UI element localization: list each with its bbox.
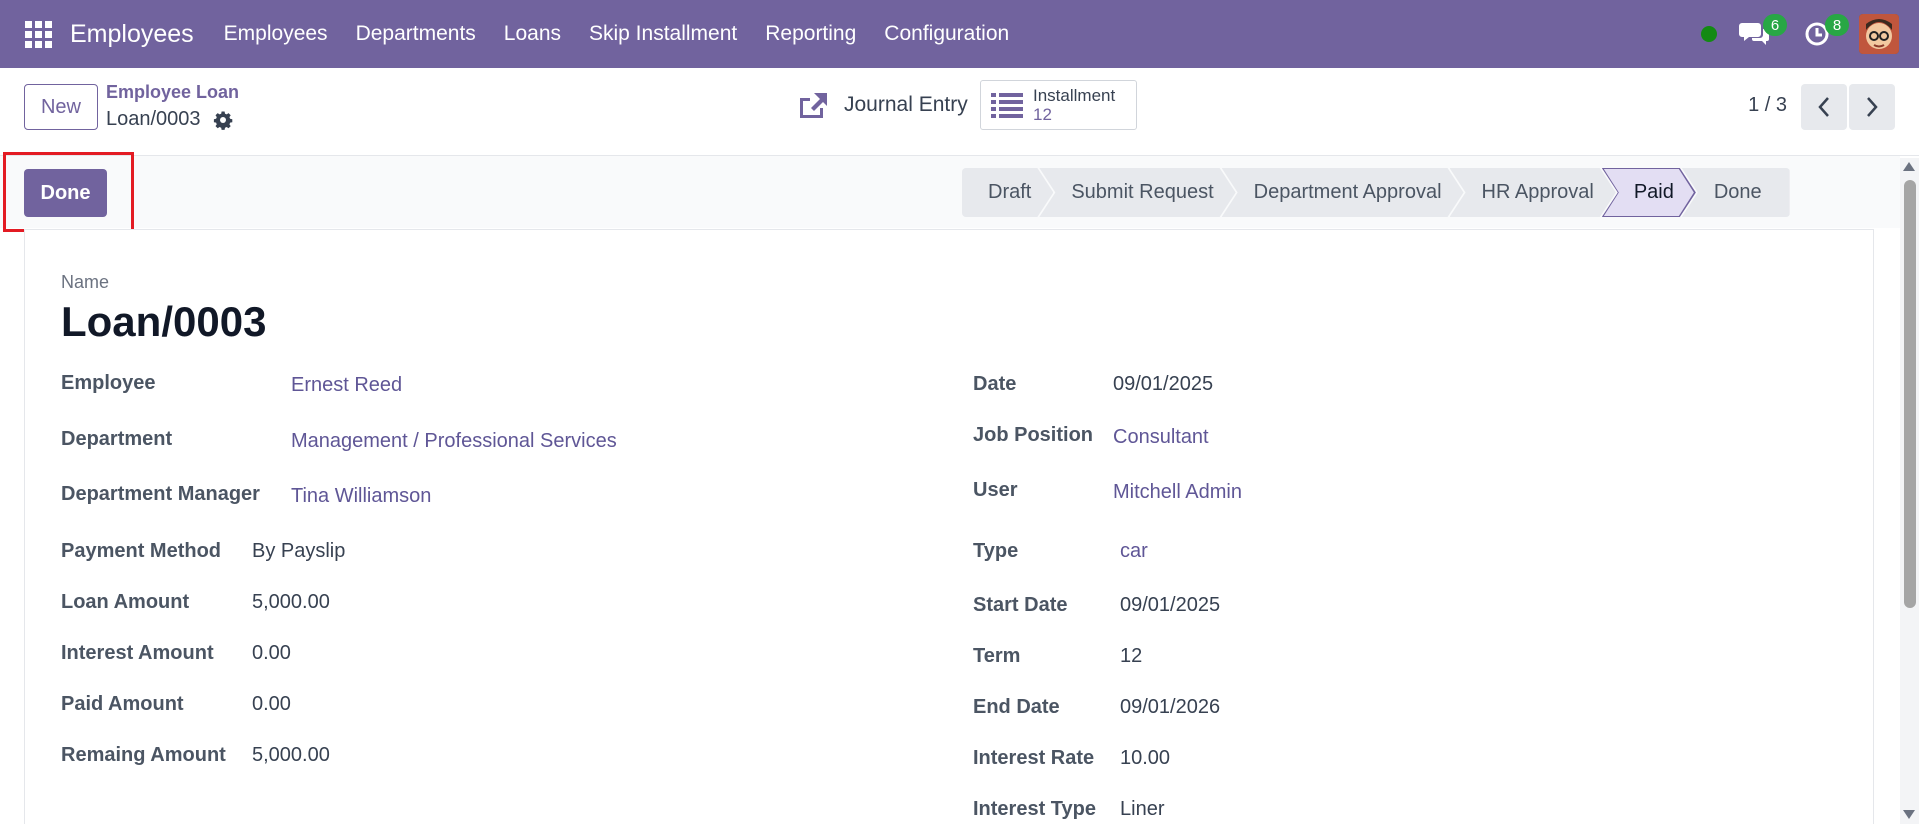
term-label: Term	[973, 645, 1021, 667]
scroll-up-arrow-icon[interactable]	[1903, 162, 1915, 171]
department-label: Department	[61, 428, 173, 450]
interest-amount-label: Interest Amount	[61, 642, 214, 664]
activities-badge: 8	[1825, 14, 1849, 36]
menu-skip-installment[interactable]: Skip Installment	[575, 22, 751, 46]
breadcrumb-current-label: Loan/0003	[106, 108, 201, 130]
name-label: Name	[61, 272, 110, 292]
breadcrumb-current: Loan/0003	[106, 108, 233, 131]
date-field[interactable]: 09/01/2025	[1113, 373, 1213, 396]
end-date-field[interactable]: 09/01/2026	[1120, 696, 1220, 719]
main-menu: Employees Departments Loans Skip Install…	[210, 22, 1024, 46]
stage-submit-request[interactable]: Submit Request	[1039, 168, 1235, 217]
employee-field[interactable]: Ernest Reed	[291, 374, 402, 397]
done-button-highlight-box	[3, 152, 134, 232]
job-position-label: Job Position	[973, 424, 1093, 446]
user-label: User	[973, 479, 1018, 501]
app-grid-icon[interactable]	[24, 20, 52, 48]
installment-label: Installment	[1033, 86, 1116, 105]
new-button[interactable]: New	[24, 84, 98, 130]
app-title[interactable]: Employees	[70, 20, 194, 49]
user-field[interactable]: Mitchell Admin	[1113, 481, 1242, 504]
date-label: Date	[973, 373, 1017, 395]
menu-configuration[interactable]: Configuration	[870, 22, 1023, 46]
messages-badge: 6	[1763, 14, 1787, 36]
stage-department-approval[interactable]: Department Approval	[1222, 168, 1464, 217]
menu-employees[interactable]: Employees	[210, 22, 342, 46]
scrollbar-thumb[interactable]	[1904, 180, 1916, 608]
chevron-right-icon	[1867, 97, 1878, 117]
external-link-icon	[800, 93, 827, 118]
payment-method-field[interactable]: By Payslip	[252, 540, 345, 563]
breadcrumb-parent-link[interactable]: Employee Loan	[106, 82, 239, 103]
menu-reporting[interactable]: Reporting	[751, 22, 870, 46]
pager-next-button[interactable]	[1849, 84, 1895, 130]
loan-amount-field[interactable]: 5,000.00	[252, 591, 330, 614]
loan-amount-label: Loan Amount	[61, 591, 190, 613]
employee-label: Employee	[61, 372, 156, 394]
stage-done[interactable]: Done	[1681, 168, 1790, 217]
gear-icon[interactable]	[213, 110, 233, 130]
interest-type-field[interactable]: Liner	[1120, 798, 1164, 821]
interest-type-label: Interest Type	[973, 798, 1096, 820]
start-date-field[interactable]: 09/01/2025	[1120, 594, 1220, 617]
stage-hr-approval[interactable]: HR Approval	[1450, 168, 1616, 217]
messages-button[interactable]: 6	[1735, 14, 1787, 54]
interest-rate-field[interactable]: 10.00	[1120, 747, 1170, 770]
interest-amount-field[interactable]: 0.00	[252, 642, 291, 665]
stage-draft[interactable]: Draft	[962, 168, 1053, 217]
paid-amount-label: Paid Amount	[61, 693, 184, 715]
start-date-label: Start Date	[973, 594, 1068, 616]
list-icon	[991, 93, 1023, 118]
activities-button[interactable]: 8	[1797, 14, 1849, 54]
user-avatar[interactable]	[1859, 14, 1899, 54]
navbar-systray: 6 8	[1701, 0, 1899, 68]
installment-count: 12	[1033, 105, 1052, 124]
control-panel: New Employee Loan Loan/0003 Journal Entr…	[0, 68, 1919, 156]
remaining-amount-label: Remaing Amount	[61, 744, 226, 766]
chevron-left-icon	[1818, 97, 1829, 117]
term-field[interactable]: 12	[1120, 645, 1142, 668]
top-navbar: Employees Employees Departments Loans Sk…	[0, 0, 1919, 68]
menu-departments[interactable]: Departments	[342, 22, 490, 46]
end-date-label: End Date	[973, 696, 1060, 718]
journal-entry-label: Journal Entry	[844, 93, 968, 116]
paid-amount-field[interactable]: 0.00	[252, 693, 291, 716]
scroll-down-arrow-icon[interactable]	[1903, 810, 1915, 819]
status-stages: Draft Submit Request Department Approval…	[962, 168, 1790, 217]
pager-value[interactable]: 1 / 3	[1748, 94, 1787, 117]
installment-smart-button[interactable]: Installment 12	[980, 80, 1137, 130]
department-field[interactable]: Management / Professional Services	[291, 430, 617, 453]
interest-rate-label: Interest Rate	[973, 747, 1095, 769]
remaining-amount-field[interactable]: 5,000.00	[252, 744, 330, 767]
job-position-field[interactable]: Consultant	[1113, 426, 1209, 449]
stage-paid[interactable]: Paid	[1602, 168, 1696, 217]
department-manager-field[interactable]: Tina Williamson	[291, 485, 431, 508]
name-field[interactable]: Loan/0003	[61, 298, 266, 346]
online-status-icon	[1701, 26, 1717, 42]
form-sheet	[24, 229, 1874, 824]
avatar-face-icon	[1859, 14, 1899, 54]
type-field[interactable]: car	[1120, 540, 1148, 563]
menu-loans[interactable]: Loans	[490, 22, 575, 46]
department-manager-label: Department Manager	[61, 483, 260, 505]
pager-previous-button[interactable]	[1801, 84, 1847, 130]
type-label: Type	[973, 540, 1019, 562]
payment-method-label: Payment Method	[61, 540, 222, 562]
journal-entry-smart-button[interactable]: Journal Entry	[796, 80, 968, 130]
